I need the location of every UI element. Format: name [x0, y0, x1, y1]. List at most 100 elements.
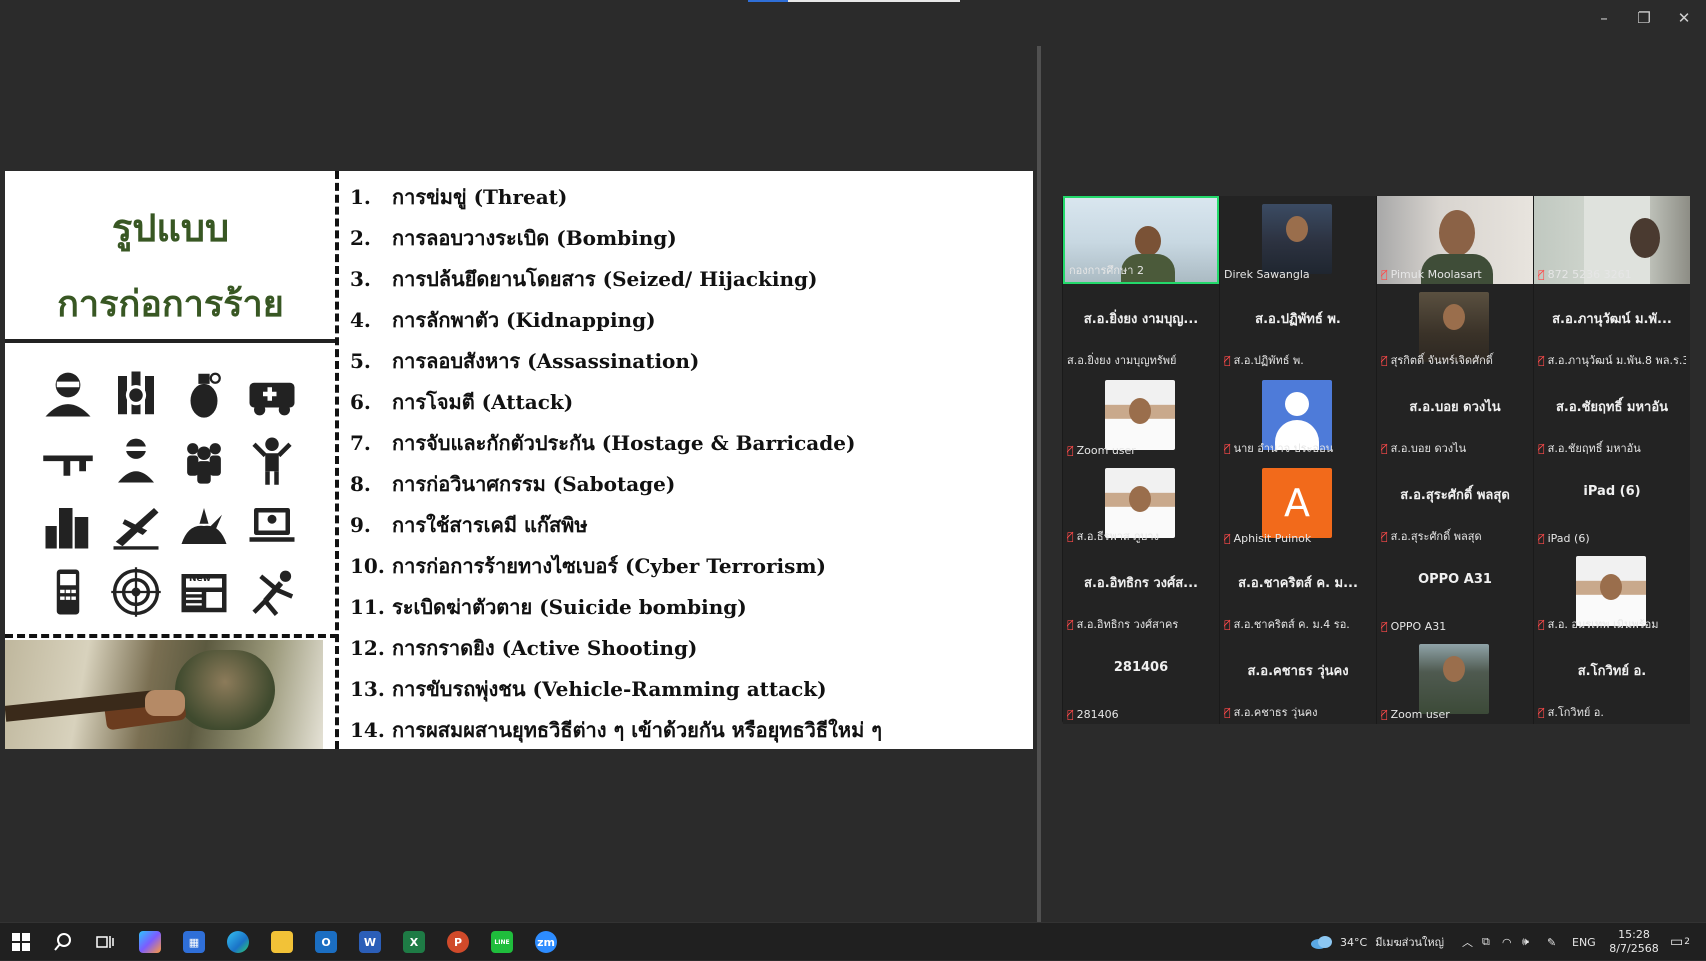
zoom-button[interactable]: zm — [529, 927, 563, 957]
participant-tile[interactable]: 🎙̸ ส.อ. อมรเทพ เมินพร้อม — [1534, 548, 1690, 636]
volume-button[interactable]: 🕪 — [1522, 923, 1529, 961]
soldier-photo — [5, 640, 323, 749]
list-item-text: การข่มขู่ (Threat) — [392, 185, 568, 209]
participant-tile[interactable]: Direk Sawangla — [1220, 196, 1376, 284]
participant-tile[interactable]: ส.อ.ชาคริตส์ ค. ม... 🎙̸ ส.อ.ชาคริตส์ ค. ม.… — [1220, 548, 1376, 636]
file-explorer-button[interactable] — [265, 927, 299, 957]
falling-person-icon — [239, 559, 305, 625]
list-item-text: การขับรถพุ่งชน (Vehicle-Ramming attack) — [392, 677, 827, 701]
outlook-icon: O — [315, 931, 337, 953]
participant-tile[interactable]: ส.อ.สุระศักดิ์ พลสุด 🎙̸ ส.อ.สุระศักดิ์ พลส… — [1377, 460, 1533, 548]
word-icon: W — [359, 931, 381, 953]
participant-tile[interactable]: 🎙̸ นาย อำนาจ ประออน — [1220, 372, 1376, 460]
wifi-icon: ◠ — [1502, 935, 1512, 949]
participant-name: iPad (6) — [1547, 532, 1590, 545]
participant-name-label: กองการศึกษา 2 — [1069, 261, 1213, 279]
participant-name-label: 🎙̸ Zoom user — [1067, 444, 1215, 457]
chevron-up-icon: ︿ — [1462, 936, 1473, 949]
clock-time: 15:28 — [1618, 928, 1650, 941]
pen-icon: ✎ — [1547, 935, 1557, 949]
participant-name: นาย อำนาจ ประออน — [1233, 442, 1334, 455]
mic-muted-icon: 🎙̸ — [1067, 529, 1074, 543]
participant-tile[interactable]: OPPO A31 🎙̸ OPPO A31 — [1377, 548, 1533, 636]
participant-tile[interactable]: 🎙̸ ส.อ.ธีรพาส ภูบาง — [1063, 460, 1219, 548]
participant-name-label: 🎙̸ iPad (6) — [1538, 532, 1686, 545]
participant-tile[interactable]: 🎙̸ Pimuk Moolasart — [1377, 196, 1533, 284]
participant-tile[interactable]: 281406 🎙̸ 281406 — [1063, 636, 1219, 724]
pen-button[interactable]: ✎ — [1547, 923, 1556, 961]
show-hidden-icons-button[interactable]: ︿ — [1462, 923, 1473, 961]
language-button[interactable]: ENG — [1572, 923, 1596, 961]
list-item: 11. ระเบิดฆ่าตัวตาย (Suicide bombing) — [350, 591, 747, 623]
participant-name-label: 🎙̸ นาย อำนาจ ประออน — [1224, 439, 1372, 457]
weather-text: มีเมฆส่วนใหญ่ — [1375, 936, 1445, 949]
ambulance-icon — [239, 361, 305, 427]
participant-tile[interactable]: ส.อ.อิทธิกร วงศ์ส... 🎙̸ ส.อ.อิทธิกร วงศ์สา… — [1063, 548, 1219, 636]
participant-tile[interactable]: ส.อ.คชาธร วุ่นคง 🎙̸ ส.อ.คชาธร วุ่นคง — [1220, 636, 1376, 724]
line-button[interactable]: LINE — [485, 927, 519, 957]
network-button[interactable]: ◠ — [1502, 923, 1512, 961]
meet-now-button[interactable]: ⧉ — [1482, 923, 1490, 961]
list-item-text: การก่อการร้ายทางไซเบอร์ (Cyber Terrorism… — [392, 554, 826, 578]
clock[interactable]: 15:28 8/7/2568 — [1606, 928, 1662, 956]
split-divider[interactable] — [1037, 46, 1041, 922]
powerpoint-button[interactable]: P — [441, 927, 475, 957]
search-button[interactable] — [46, 927, 80, 957]
participant-tile[interactable]: ส.อ.บอย ดวงไน 🎙̸ ส.อ.บอย ดวงไน — [1377, 372, 1533, 460]
task-view-button[interactable] — [88, 927, 122, 957]
participant-name-label: 🎙̸ ส.อ. อมรเทพ เมินพร้อม — [1538, 615, 1686, 633]
participant-tile[interactable]: 🎙̸ Zoom user — [1063, 372, 1219, 460]
list-item: 4. การลักพาตัว (Kidnapping) — [350, 304, 656, 336]
participant-tile[interactable]: 🎙̸ 872 5236 3261 — [1534, 196, 1690, 284]
participant-name: Aphisit Puinok — [1233, 532, 1312, 545]
participant-tile[interactable]: 🎙̸ Zoom user — [1377, 636, 1533, 724]
list-item-text: การลักพาตัว (Kidnapping) — [392, 308, 656, 332]
list-item: 10. การก่อการร้ายทางไซเบอร์ (Cyber Terror… — [350, 550, 826, 582]
participant-name-label: 🎙̸ ส.อ.สุระศักดิ์ พลสุด — [1381, 527, 1529, 545]
mic-muted-icon: 🎙̸ — [1224, 532, 1231, 545]
participant-tile[interactable]: กองการศึกษา 2 — [1063, 196, 1219, 284]
participant-tile[interactable]: ส.อ.ชัยฤทธิ์ มหาอัน 🎙̸ ส.อ.ชัยฤทธิ์ มหาอัน — [1534, 372, 1690, 460]
list-item-number: 4. — [350, 308, 371, 332]
participant-name-label: 🎙̸ ส.อ.อิทธิกร วงศ์สาคร — [1067, 615, 1215, 633]
word-button[interactable]: W — [353, 927, 387, 957]
participant-tile[interactable]: ส.อ.ภานุวัฒน์ ม.พั... 🎙̸ ส.อ.ภานุวัฒน์ ม.พ… — [1534, 284, 1690, 372]
grenade-icon — [171, 361, 237, 427]
list-item-text: การปล้นยึดยานโดยสาร (Seized/ Hijacking) — [392, 267, 818, 291]
participant-name: ส.อ.สุระศักดิ์ พลสุด — [1390, 530, 1482, 543]
notification-button[interactable]: ▭ 2 — [1670, 923, 1690, 961]
weather-temp: 34°C — [1340, 935, 1368, 949]
excel-button[interactable]: X — [397, 927, 431, 957]
participant-display-name: ส.อ.ชาคริตส์ ค. ม... — [1238, 576, 1358, 591]
list-item-number: 13. — [350, 677, 385, 701]
participant-display-name: ส.อ.ปฏิพัทธ์ พ. — [1255, 312, 1341, 327]
participant-name: ส.โกวิทย์ อ. — [1547, 706, 1604, 719]
participant-display-name: ส.อ.อิทธิกร วงศ์ส... — [1084, 576, 1198, 591]
participant-tile[interactable]: ส.อ.ปฏิพัทธ์ พ. 🎙̸ ส.อ.ปฏิพัทธ์ พ. — [1220, 284, 1376, 372]
participant-tile[interactable]: A 🎙̸ Aphisit Puinok — [1220, 460, 1376, 548]
list-item: 2. การลอบวางระเบิด (Bombing) — [350, 222, 677, 254]
edge-button[interactable] — [221, 927, 255, 957]
restore-button[interactable]: ❐ — [1626, 6, 1662, 30]
participant-tile[interactable]: iPad (6) 🎙̸ iPad (6) — [1534, 460, 1690, 548]
copilot-button[interactable] — [133, 927, 167, 957]
close-button[interactable]: ✕ — [1666, 6, 1702, 30]
list-item-text: การใช้สารเคมี แก๊สพิษ — [392, 513, 588, 537]
notification-count: 2 — [1684, 937, 1690, 947]
list-item-number: 14. — [350, 718, 385, 742]
profile-photo — [1419, 644, 1489, 714]
minimize-button[interactable]: – — [1586, 6, 1622, 30]
participant-display-name: ส.อ.บอย ดวงไน — [1409, 400, 1501, 415]
participant-tile[interactable]: 🎙̸ สุรกิตติ์ จันทร์เจิดศักดิ์ — [1377, 284, 1533, 372]
outlook-button[interactable]: O — [309, 927, 343, 957]
participant-name: Direk Sawangla — [1224, 268, 1310, 281]
participant-name: Zoom user — [1390, 708, 1450, 721]
list-item: 7. การจับและกักตัวประกัน (Hostage & Barri… — [350, 427, 855, 459]
participant-tile[interactable]: ส.โกวิทย์ อ. 🎙̸ ส.โกวิทย์ อ. — [1534, 636, 1690, 724]
mic-muted-icon: 🎙̸ — [1381, 353, 1388, 367]
participant-tile[interactable]: ส.อ.ยิ่งยง งามบุญ... ส.อ.ยิ่งยง งามบุญทรั… — [1063, 284, 1219, 372]
weather-widget[interactable]: 34°C มีเมฆส่วนใหญ่ — [1310, 923, 1444, 961]
mic-muted-icon: 🎙̸ — [1067, 617, 1074, 631]
start-button[interactable] — [4, 927, 38, 957]
store-button[interactable]: ▦ — [177, 927, 211, 957]
